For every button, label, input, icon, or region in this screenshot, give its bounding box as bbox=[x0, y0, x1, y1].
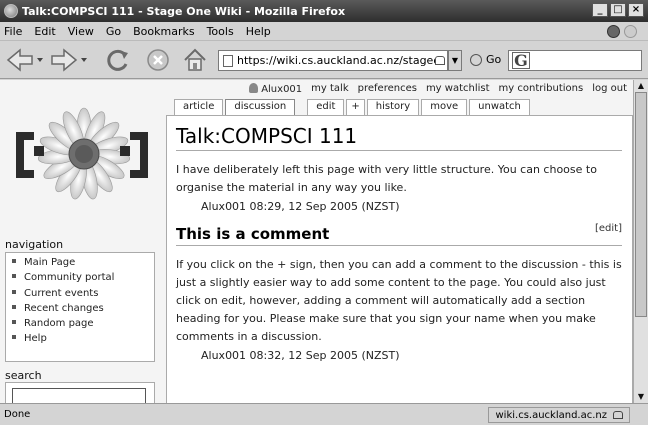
intro-paragraph: I have deliberately left this page with … bbox=[176, 163, 597, 194]
status-text: Done bbox=[4, 409, 31, 420]
scroll-up-arrow-icon[interactable]: ▲ bbox=[636, 81, 646, 91]
status-domain-text: wiki.cs.auckland.ac.nz bbox=[495, 409, 607, 421]
navigation-heading: navigation bbox=[5, 238, 64, 251]
go-button[interactable]: Go bbox=[470, 53, 501, 66]
close-button[interactable]: × bbox=[628, 3, 644, 17]
section-signature[interactable]: Alux001 08:32, 12 Sep 2005 (NZST) bbox=[201, 349, 622, 362]
page-tabs: article discussion edit + history move u… bbox=[174, 99, 530, 116]
stop-button[interactable] bbox=[144, 47, 172, 73]
tab-history[interactable]: history bbox=[366, 99, 420, 116]
window-title: Talk:COMPSCI 111 - Stage One Wiki - Mozi… bbox=[22, 4, 346, 18]
user-name: Alux001 bbox=[261, 84, 303, 95]
go-label: Go bbox=[486, 53, 502, 66]
intro-signature[interactable]: Alux001 08:29, 12 Sep 2005 (NZST) bbox=[201, 200, 622, 213]
address-bar[interactable]: https://wiki.cs.auckland.ac.nz/stageonew… bbox=[218, 50, 448, 71]
menu-bookmarks[interactable]: Bookmarks bbox=[133, 25, 194, 38]
watchlist-link[interactable]: my watchlist bbox=[426, 83, 490, 97]
secure-lock-icon[interactable] bbox=[613, 411, 623, 419]
address-dropdown-button[interactable]: ▼ bbox=[448, 50, 462, 71]
nav-community-portal[interactable]: Community portal bbox=[12, 270, 148, 285]
search-portlet bbox=[5, 382, 155, 403]
menu-file[interactable]: File bbox=[4, 25, 22, 38]
minimize-button[interactable]: _ bbox=[592, 3, 608, 17]
firefox-icon bbox=[4, 4, 18, 18]
address-input[interactable]: https://wiki.cs.auckland.ac.nz/stageonew… bbox=[237, 54, 435, 67]
contributions-link[interactable]: my contributions bbox=[499, 83, 584, 97]
menu-help[interactable]: Help bbox=[246, 25, 271, 38]
throbber-idle-icon bbox=[624, 24, 637, 38]
google-icon[interactable]: G bbox=[512, 51, 530, 70]
nav-current-events[interactable]: Current events bbox=[12, 286, 148, 301]
search-bar[interactable]: G bbox=[508, 50, 642, 71]
home-icon bbox=[184, 48, 206, 71]
scroll-down-arrow-icon[interactable]: ▼ bbox=[636, 392, 646, 402]
my-talk-link[interactable]: my talk bbox=[311, 83, 348, 97]
nav-random-page[interactable]: Random page bbox=[12, 316, 148, 331]
section-edit-link[interactable]: [edit] bbox=[595, 223, 622, 234]
sunflower-logo-icon bbox=[16, 107, 148, 200]
reload-button[interactable] bbox=[104, 47, 132, 73]
tab-discussion[interactable]: discussion bbox=[225, 99, 296, 116]
stop-icon bbox=[147, 49, 169, 71]
window-titlebar: Talk:COMPSCI 111 - Stage One Wiki - Mozi… bbox=[0, 0, 648, 22]
web-page: Alux001 my talk preferences my watchlist… bbox=[0, 80, 633, 403]
vertical-scrollbar[interactable]: ▲ ▼ bbox=[633, 80, 648, 403]
home-button[interactable] bbox=[180, 47, 210, 73]
menu-go[interactable]: Go bbox=[106, 25, 121, 38]
preferences-link[interactable]: preferences bbox=[358, 83, 417, 97]
forward-icon bbox=[51, 48, 87, 72]
status-bar: Done wiki.cs.auckland.ac.nz bbox=[0, 403, 648, 425]
content-area: Talk:COMPSCI 111 I have deliberately lef… bbox=[166, 115, 633, 403]
go-icon bbox=[470, 53, 482, 66]
forward-button[interactable] bbox=[50, 47, 90, 73]
menu-bar: File Edit View Go Bookmarks Tools Help bbox=[0, 22, 648, 41]
back-icon bbox=[6, 48, 43, 72]
lock-icon bbox=[435, 56, 445, 65]
user-link[interactable]: Alux001 bbox=[249, 83, 302, 97]
nav-help[interactable]: Help bbox=[12, 331, 148, 346]
window-controls: _ □ × bbox=[592, 3, 644, 17]
section-heading: This is a comment [edit] bbox=[176, 223, 622, 246]
navigation-toolbar: https://wiki.cs.auckland.ac.nz/stageonew… bbox=[0, 41, 648, 79]
section-title: This is a comment bbox=[176, 225, 330, 243]
wiki-logo[interactable] bbox=[12, 102, 152, 212]
back-button[interactable] bbox=[6, 47, 46, 73]
tab-article[interactable]: article bbox=[174, 99, 224, 116]
personal-tools: Alux001 my talk preferences my watchlist… bbox=[180, 83, 627, 97]
menu-tools[interactable]: Tools bbox=[207, 25, 234, 38]
reload-icon bbox=[107, 49, 128, 71]
section-paragraph: If you click on the + sign, then you can… bbox=[176, 258, 622, 343]
scrollbar-thumb[interactable] bbox=[635, 92, 647, 317]
menu-edit[interactable]: Edit bbox=[34, 25, 55, 38]
wiki-search-input[interactable] bbox=[12, 388, 146, 403]
user-icon bbox=[249, 83, 259, 93]
throbber bbox=[602, 23, 642, 39]
page-title: Talk:COMPSCI 111 bbox=[176, 124, 622, 151]
search-heading: search bbox=[5, 369, 42, 382]
nav-recent-changes[interactable]: Recent changes bbox=[12, 301, 148, 316]
status-domain: wiki.cs.auckland.ac.nz bbox=[488, 407, 630, 423]
logout-link[interactable]: log out bbox=[592, 83, 627, 97]
menu-view[interactable]: View bbox=[68, 25, 94, 38]
nav-main-page[interactable]: Main Page bbox=[12, 255, 148, 270]
navigation-list: Main Page Community portal Current event… bbox=[12, 255, 148, 347]
tab-unwatch[interactable]: unwatch bbox=[469, 99, 530, 116]
page-icon bbox=[223, 54, 233, 67]
tab-edit[interactable]: edit bbox=[307, 99, 345, 116]
maximize-button[interactable]: □ bbox=[610, 3, 626, 17]
navigation-portlet: Main Page Community portal Current event… bbox=[5, 252, 155, 362]
tab-add-comment[interactable]: + bbox=[346, 99, 365, 116]
throbber-icon bbox=[607, 24, 620, 38]
tab-move[interactable]: move bbox=[421, 99, 468, 116]
